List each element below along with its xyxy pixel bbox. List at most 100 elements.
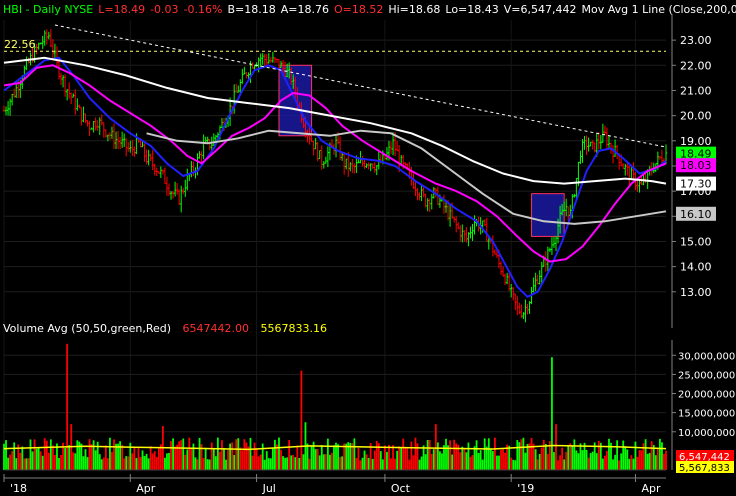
volume-bar [178,441,181,470]
volume-bar [133,447,136,470]
volume-bar [331,452,333,470]
stock-chart: 22.56 23.0022.0021.0020.0019.0018.0017.0… [0,0,736,496]
volume-bar [422,445,425,470]
volume-bar [632,458,635,470]
volume-bar [624,446,627,470]
volume-bar [514,460,517,470]
time-tick-label: Apr [136,482,156,495]
volume-bar [115,443,117,470]
volume-bar [90,444,93,470]
volume-bar [84,449,87,470]
volume-bar [104,445,107,470]
volume-bar [310,446,313,470]
volume-bar [557,460,559,470]
volume-bar [314,449,317,470]
volume-bar [595,453,598,470]
volume-bar [298,457,301,470]
volume-tick-label: 20,000,000 [678,390,735,401]
header-field: -0.03 [150,3,178,16]
header-field: L=18.49 [98,3,145,16]
time-tick-label: Apr [641,482,661,495]
volume-tick-label: 10,000,000 [678,428,735,439]
volume-bar [371,458,374,470]
volume-bar [92,440,95,470]
volume-bar [384,445,386,470]
volume-bar [526,443,529,470]
volume-bar [601,458,604,470]
volume-bar [355,457,358,470]
volume-bar [206,459,209,470]
volume-bar [147,458,150,470]
header-field: Hi=18.68 [388,3,440,16]
header-field: HBI - Daily NYSE [3,3,93,16]
volume-bar [188,437,191,470]
volume-bar [265,451,268,470]
volume-bar [29,439,32,470]
volume-bar [608,438,610,470]
volume-bar [278,437,280,470]
volume-bar [98,454,101,470]
volume-bar [35,448,38,470]
volume-bar [164,457,166,470]
volume-bar [459,452,462,470]
volume-bar [227,450,229,470]
volume-tick-label: 30,000,000 [678,351,735,362]
volume-bar [11,451,14,470]
volume-bar [420,456,423,470]
volume-bar [606,450,608,470]
volume-bar [76,440,79,470]
volume-bar [72,452,75,470]
volume-bar [379,451,382,470]
volume-bar [329,454,331,470]
volume-bar [451,454,454,470]
volume-bar [518,442,521,470]
volume-bar [131,453,134,470]
volume-bar [208,459,211,470]
volume-bar [626,449,629,470]
volume-bar [603,455,606,470]
volume-bar [39,451,42,470]
chart-header: HBI - Daily NYSE L=18.49 -0.03 -0.16% B=18.1… [3,3,736,16]
volume-bar [398,446,401,470]
chart-background [0,0,736,496]
volume-bar [463,448,466,470]
volume-header-label: Volume Avg (50,50,green,Red) [3,322,171,335]
volume-bar [137,448,140,470]
volume-bar [502,449,504,470]
volume-bar [361,457,364,470]
volume-bar [41,455,44,470]
volume-bar [186,449,189,470]
volume-bar [597,440,600,470]
volume-bar [622,440,625,470]
header-field: V=6,547,442 [504,3,577,16]
time-tick-label: '19 [517,482,534,495]
volume-bar [21,446,24,470]
volume-bar [648,452,651,470]
volume-bar [223,448,225,470]
volume-bar [280,449,282,470]
volume-bar [445,438,447,470]
volume-bar [455,443,458,470]
volume-bar [157,448,160,470]
volume-bar [481,459,484,470]
volume-tag-label: 5,567,833 [679,463,730,474]
volume-bar [88,439,91,470]
volume-bar [339,457,341,470]
volume-bar [341,456,344,470]
volume-bar [15,458,18,470]
volume-bar [461,446,464,470]
volume-bar [441,453,443,470]
volume-bar [294,457,297,470]
volume-bar [190,447,193,470]
volume-bar [196,459,199,470]
header-field: Mov Avg 1 Line (Close,200,0) [582,3,736,16]
volume-bar [636,456,639,470]
volume-bar [510,457,513,470]
volume-bar [51,445,54,470]
volume-bar [363,450,366,470]
volume-tick-label: 15,000,000 [678,409,735,420]
volume-bar [575,450,578,470]
price-tick-label: 13.00 [680,286,712,299]
volume-bar [27,458,30,470]
header-field: -0.16% [184,3,223,16]
